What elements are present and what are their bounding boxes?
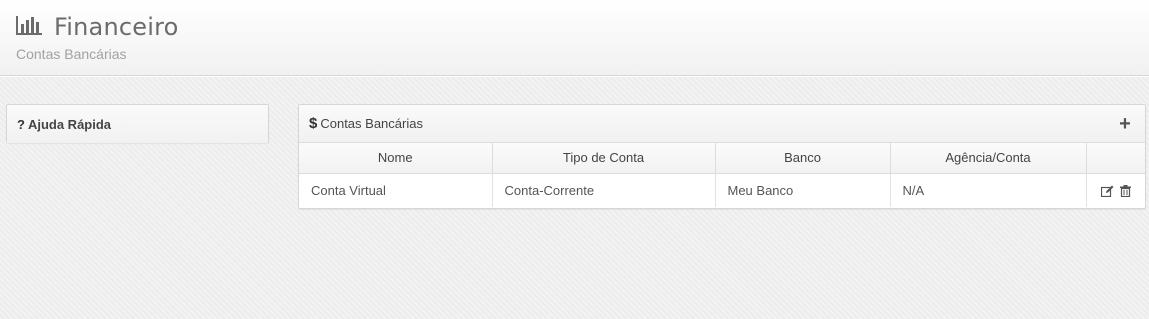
trash-icon[interactable] (1119, 185, 1131, 198)
column-header-nome[interactable]: Nome (299, 143, 493, 174)
column-header-tipo-conta[interactable]: Tipo de Conta (492, 143, 716, 174)
bank-accounts-table: Nome Tipo de Conta Banco Agência/Conta C… (299, 143, 1145, 207)
question-icon: ? (17, 116, 25, 132)
table-row: Conta Virtual Conta-Corrente Meu Banco N… (299, 173, 1145, 207)
column-header-banco[interactable]: Banco (715, 143, 891, 174)
cell-nome: Conta Virtual (299, 173, 493, 207)
add-account-button[interactable]: + (1115, 114, 1135, 134)
column-header-actions (1086, 143, 1145, 174)
quick-help-title: Ajuda Rápida (27, 116, 112, 132)
page-header: Financeiro Contas Bancárias (0, 0, 1149, 76)
dollar-icon: $ (309, 115, 318, 132)
cell-tipo-conta: Conta-Corrente (492, 173, 716, 207)
plus-icon: + (1119, 112, 1131, 135)
cell-agencia-conta: N/A (890, 173, 1087, 207)
bar-chart-icon (16, 16, 42, 35)
quick-help-panel[interactable]: ? Ajuda Rápida (6, 104, 269, 143)
cell-banco: Meu Banco (715, 173, 891, 207)
column-header-agencia-conta[interactable]: Agência/Conta (890, 143, 1087, 174)
bank-accounts-title: Contas Bancárias (320, 116, 423, 131)
edit-icon[interactable] (1100, 185, 1114, 198)
page-subtitle: Contas Bancárias (16, 46, 127, 62)
quick-help-heading[interactable]: ? Ajuda Rápida (7, 105, 268, 143)
bank-accounts-heading: $ Contas Bancárias + (299, 105, 1145, 143)
bank-accounts-panel: $ Contas Bancárias + Nome Tipo de Conta … (298, 104, 1146, 209)
table-header-row: Nome Tipo de Conta Banco Agência/Conta (299, 143, 1145, 174)
cell-actions (1086, 173, 1145, 207)
page-title: Financeiro (54, 13, 179, 41)
